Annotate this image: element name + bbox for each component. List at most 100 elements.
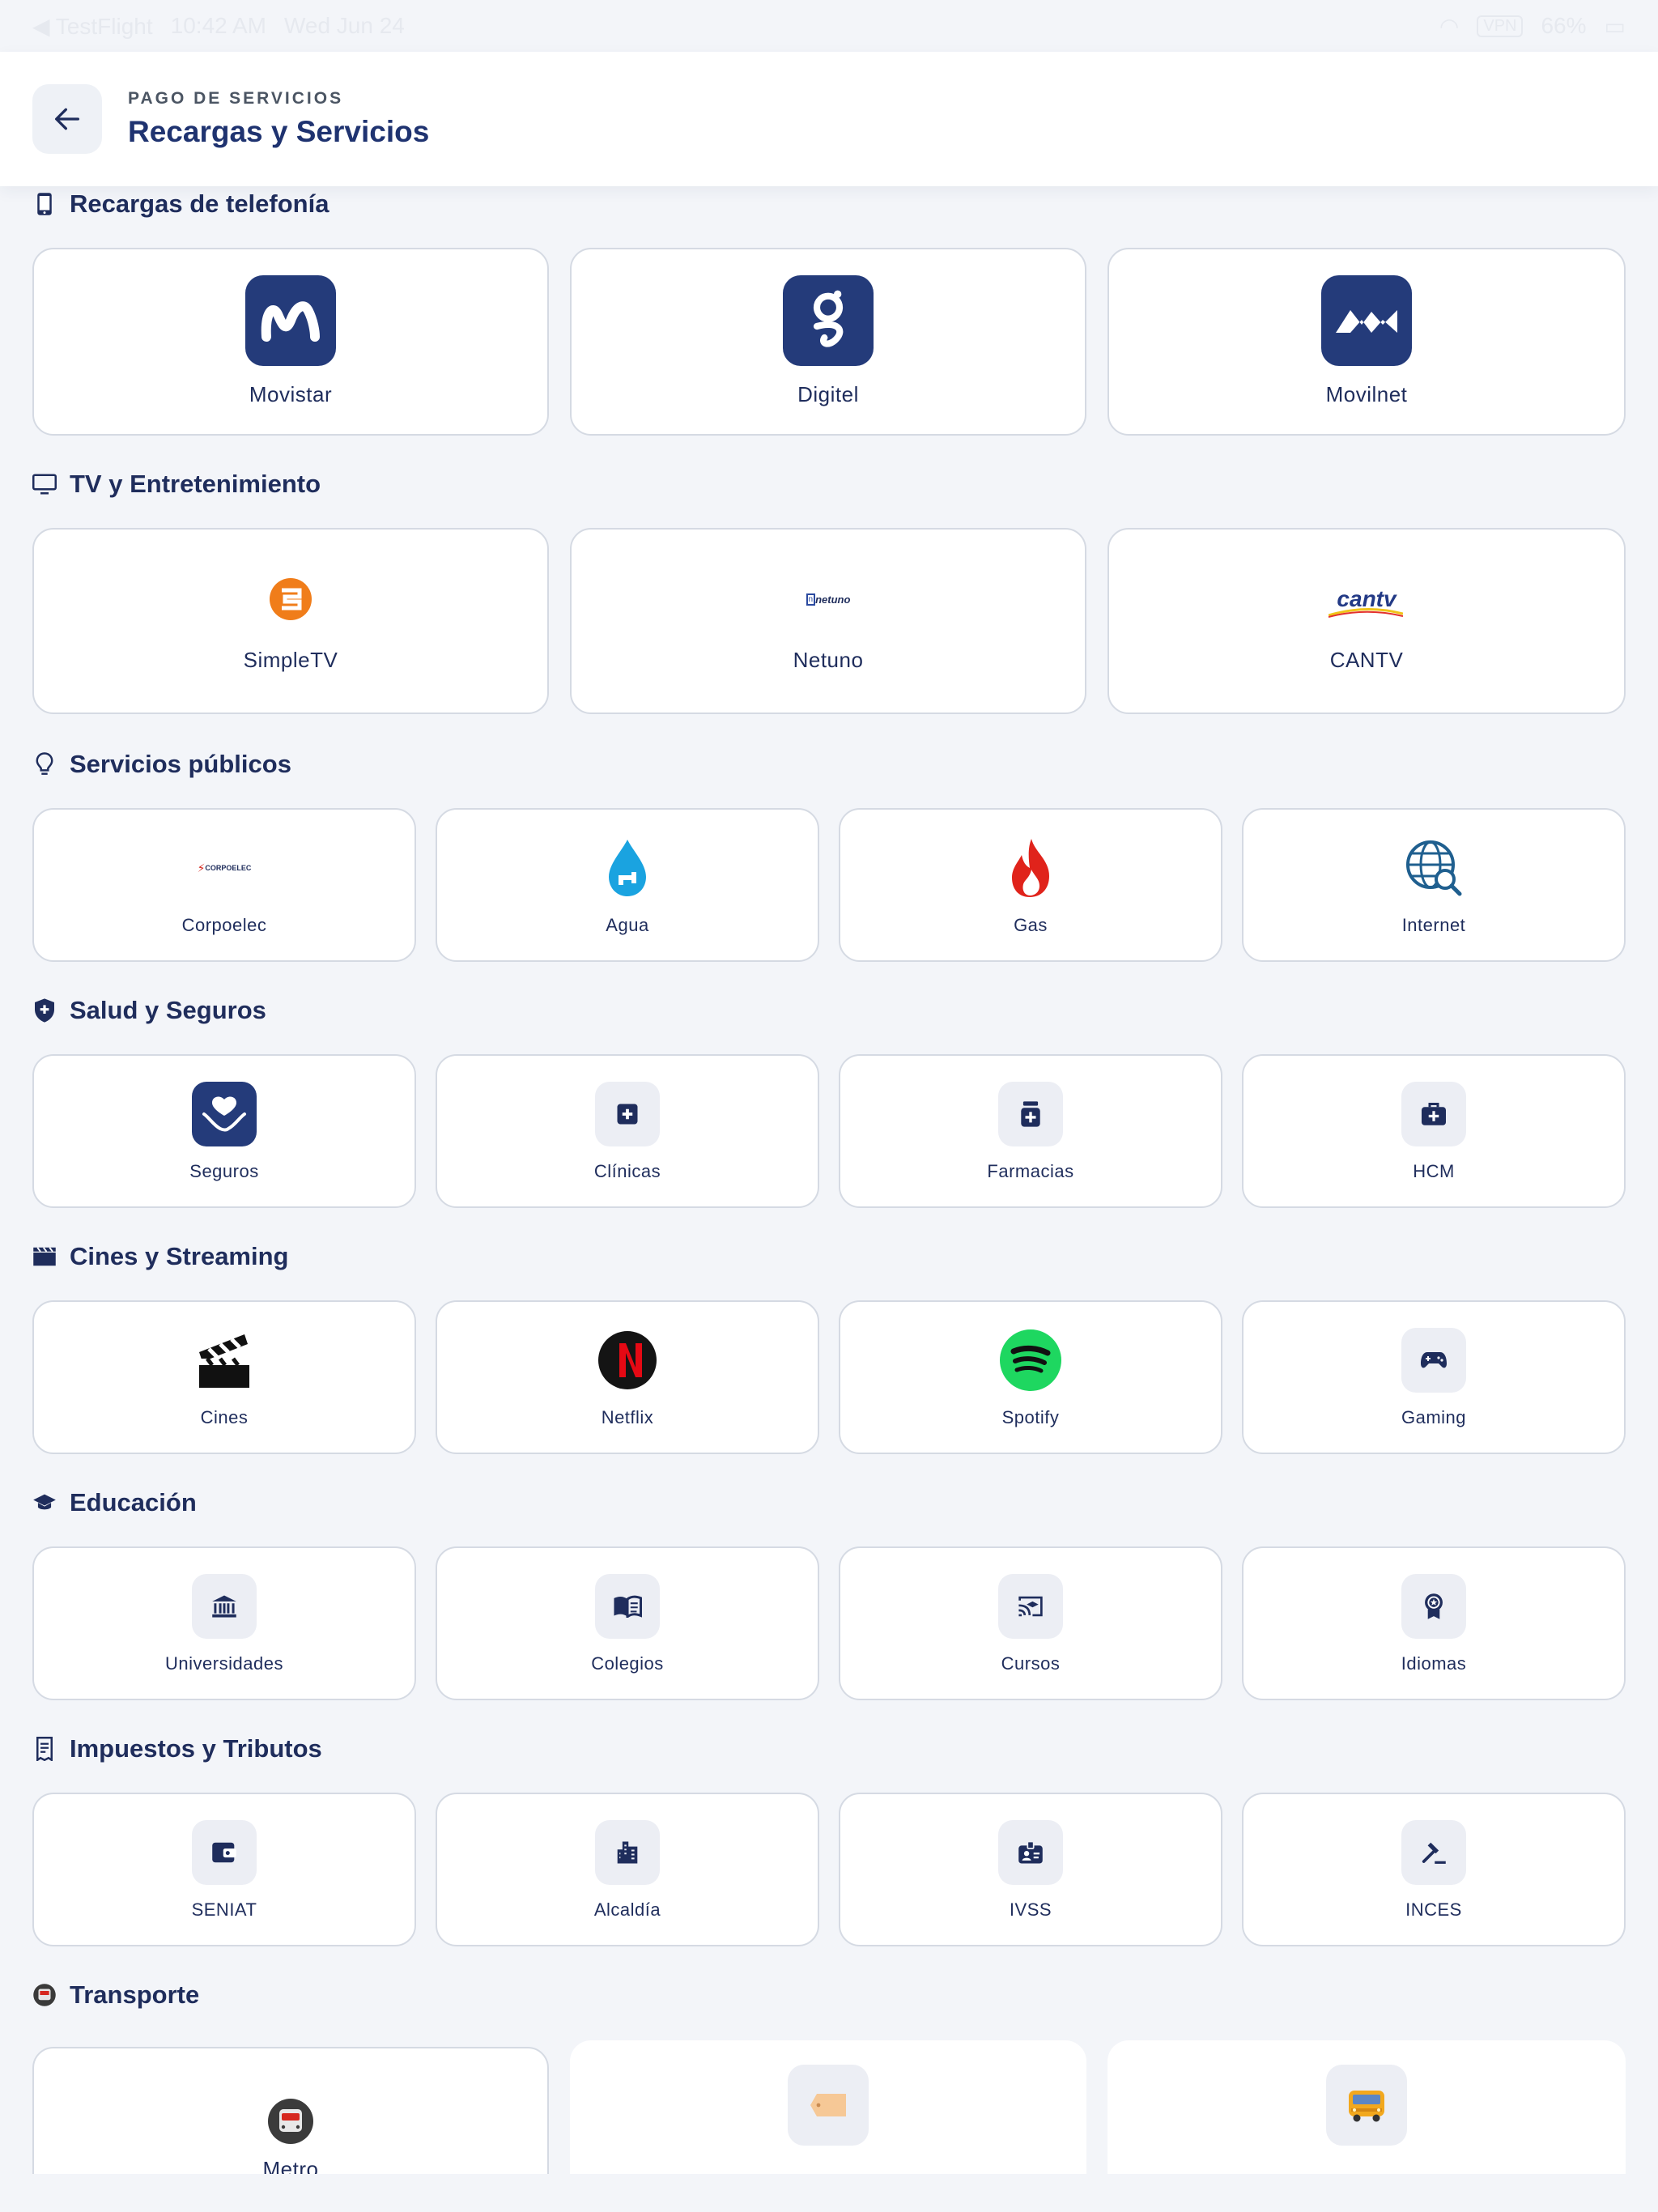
service-label: Cines: [200, 1407, 249, 1427]
spotify-logo: [1000, 1329, 1061, 1391]
service-label: Agua: [606, 915, 649, 935]
service-label: Alcaldía: [593, 1899, 661, 1920]
service-card-idiomas[interactable]: Idiomas: [1242, 1546, 1626, 1700]
wifi-icon: ◠: [1439, 13, 1460, 39]
page-title: Recargas y Servicios: [128, 115, 430, 148]
section-title-text: Impuestos y Tributos: [70, 1734, 322, 1763]
service-card-seniat[interactable]: SENIAT: [32, 1793, 416, 1946]
section-impuestos: Impuestos y Tributos: [32, 1734, 322, 1763]
service-label: Gaming: [1401, 1407, 1467, 1427]
service-card-clinicas[interactable]: Clínicas: [436, 1054, 819, 1208]
section-tv: TV y Entretenimiento: [32, 470, 321, 499]
lightbulb-icon: [32, 752, 57, 776]
service-card-movistar[interactable]: Movistar: [32, 248, 549, 436]
status-time: 10:42 AM: [170, 13, 266, 38]
status-bar: ◀ TestFlight 10:42 AM Wed Jun 24 ◠ VPN 6…: [0, 0, 1658, 52]
film-icon: [32, 1244, 57, 1269]
metro-icon: [32, 1983, 57, 2007]
netflix-logo: [598, 1331, 657, 1389]
service-label: Corpoelec: [181, 915, 267, 935]
section-recargas: Recargas de telefonía: [32, 189, 329, 219]
service-label: Movistar: [249, 382, 333, 406]
service-card-universidades[interactable]: Universidades: [32, 1546, 416, 1700]
globe-search-icon: [1406, 840, 1462, 896]
service-card-corpoelec[interactable]: ⚡ CORPOELEC Corpoelec: [32, 808, 416, 962]
service-label: Gas: [1014, 915, 1048, 935]
service-label: CANTV: [1329, 648, 1404, 672]
service-card-ticket[interactable]: [570, 2040, 1086, 2174]
service-card-netuno[interactable]: n netuno Netuno: [570, 528, 1086, 714]
service-label: Internet: [1401, 915, 1466, 935]
app-header: PAGO DE SERVICIOS Recargas y Servicios: [0, 52, 1658, 186]
service-card-agua[interactable]: Agua: [436, 808, 819, 962]
battery-percent: 66%: [1541, 13, 1587, 38]
service-card-hcm[interactable]: HCM: [1242, 1054, 1626, 1208]
section-title-text: Recargas de telefonía: [70, 189, 329, 218]
service-label: Digitel: [797, 382, 859, 406]
service-card-cines[interactable]: Cines: [32, 1300, 416, 1454]
service-label: Universidades: [165, 1653, 283, 1674]
service-card-colegios[interactable]: Colegios: [436, 1546, 819, 1700]
service-card-netflix[interactable]: Netflix: [436, 1300, 819, 1454]
service-label: INCES: [1405, 1899, 1462, 1920]
status-date: Wed Jun 24: [283, 13, 405, 38]
service-label: Seguros: [189, 1161, 259, 1181]
graduation-cap-icon: [32, 1491, 57, 1515]
service-card-cursos[interactable]: Cursos: [839, 1546, 1222, 1700]
shield-plus-icon: [32, 998, 57, 1023]
service-card-alcaldia[interactable]: Alcaldía: [436, 1793, 819, 1946]
service-card-internet[interactable]: Internet: [1242, 808, 1626, 962]
flame-icon: [1012, 839, 1049, 897]
service-card-spotify[interactable]: Spotify: [839, 1300, 1222, 1454]
cantv-logo: cantv: [1322, 575, 1411, 623]
service-card-seguros[interactable]: Seguros: [32, 1054, 416, 1208]
section-title-text: Educación: [70, 1488, 197, 1516]
service-card-simpletv[interactable]: SimpleTV: [32, 528, 549, 714]
section-title-text: Transporte: [70, 1980, 200, 2009]
service-label: Colegios: [591, 1653, 664, 1674]
wallet-icon: [192, 1820, 257, 1885]
service-card-metro[interactable]: Metro: [32, 2047, 549, 2174]
clapperboard-icon: [199, 1334, 249, 1388]
medical-cross-icon: [595, 1082, 660, 1146]
service-card-ivss[interactable]: IVSS: [839, 1793, 1222, 1946]
page-kicker: PAGO DE SERVICIOS: [128, 89, 344, 108]
service-label: HCM: [1413, 1161, 1455, 1181]
movilnet-logo: [1321, 275, 1412, 366]
city-buildings-icon: [595, 1820, 660, 1885]
gavel-icon: [1401, 1820, 1466, 1885]
service-card-farmacias[interactable]: Farmacias: [839, 1054, 1222, 1208]
service-card-bus[interactable]: [1107, 2040, 1626, 2174]
metro-train-icon: [268, 2099, 313, 2144]
service-card-cantv[interactable]: cantv CANTV: [1107, 528, 1626, 714]
corpoelec-logo: ⚡ CORPOELEC: [197, 861, 252, 874]
ticket-tag-icon: [788, 2065, 869, 2146]
service-label: Movilnet: [1325, 382, 1408, 406]
service-label: Farmacias: [987, 1161, 1074, 1181]
status-app[interactable]: ◀ TestFlight: [32, 13, 153, 40]
water-drop-icon: [609, 840, 646, 896]
back-button[interactable]: [32, 84, 102, 154]
service-label: Spotify: [1001, 1407, 1060, 1427]
institution-icon: [192, 1574, 257, 1639]
id-badge-icon: [998, 1820, 1063, 1885]
bus-icon: [1326, 2065, 1407, 2146]
medicine-bottle-icon: [998, 1082, 1063, 1146]
battery-icon: ▭: [1604, 13, 1626, 39]
service-label: IVSS: [1009, 1899, 1052, 1920]
open-book-icon: [595, 1574, 660, 1639]
section-educacion: Educación: [32, 1488, 197, 1517]
services-list[interactable]: Recargas de telefonía Movistar Digitel M…: [0, 186, 1658, 2174]
service-label: Netflix: [601, 1407, 654, 1427]
gamepad-icon: [1401, 1328, 1466, 1393]
service-label: Idiomas: [1401, 1653, 1467, 1674]
monitor-icon: [32, 472, 57, 496]
service-card-gaming[interactable]: Gaming: [1242, 1300, 1626, 1454]
section-servicios-publicos: Servicios públicos: [32, 750, 291, 779]
service-card-movilnet[interactable]: Movilnet: [1107, 248, 1626, 436]
service-card-inces[interactable]: INCES: [1242, 1793, 1626, 1946]
service-card-gas[interactable]: Gas: [839, 808, 1222, 962]
service-label: Metro: [262, 2157, 319, 2174]
service-card-digitel[interactable]: Digitel: [570, 248, 1086, 436]
movistar-logo: [245, 275, 336, 366]
